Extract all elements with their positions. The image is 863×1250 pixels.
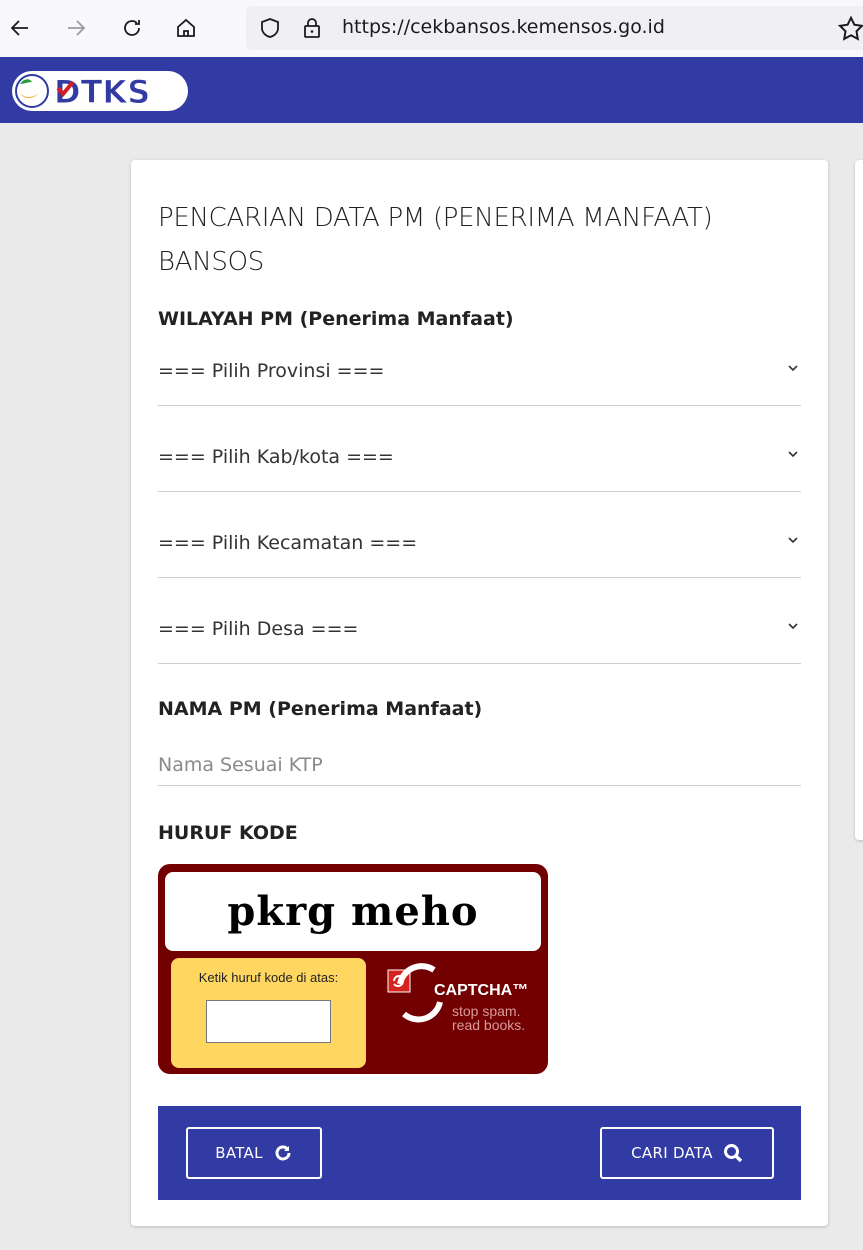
back-button[interactable] [2,10,38,46]
batal-button[interactable]: BATAL [186,1127,322,1179]
action-bar: BATAL CARI DATA [158,1106,801,1200]
search-form-card: PENCARIAN DATA PM (PENERIMA MANFAAT) BAN… [131,160,828,1226]
shield-icon[interactable] [258,16,282,40]
cari-data-button-label: CARI DATA [631,1144,713,1162]
kode-label: HURUF KODE [158,822,298,844]
arrow-left-icon [10,20,28,36]
kecamatan-select-value: === Pilih Kecamatan === [158,532,418,554]
chevron-down-icon [788,623,798,630]
kecamatan-select[interactable]: === Pilih Kecamatan === [158,524,801,578]
page-title: PENCARIAN DATA PM (PENERIMA MANFAAT) BAN… [158,203,713,277]
chevron-down-icon [788,451,798,458]
address-bar[interactable]: https://cekbansos.kemensos.go.id [246,6,863,50]
desa-select[interactable]: === Pilih Desa === [158,610,801,664]
recaptcha-tagline-line2: read books. [452,1017,526,1033]
recaptcha-brand: CAPTCHA™ [434,982,529,999]
provinsi-select[interactable]: === Pilih Provinsi === [158,352,801,406]
forward-button[interactable] [58,10,94,46]
logo-text: DTKS [54,73,150,111]
search-icon [723,1144,743,1163]
reload-icon [124,20,140,36]
desa-select-value: === Pilih Desa === [158,618,359,640]
nama-input[interactable] [158,744,801,786]
batal-button-label: BATAL [215,1144,263,1162]
browser-toolbar: https://cekbansos.kemensos.go.id [0,0,863,57]
cari-data-button[interactable]: CARI DATA [600,1127,774,1179]
kabkota-select[interactable]: === Pilih Kab/kota === [158,438,801,492]
arrow-right-icon [68,20,86,36]
url-text[interactable]: https://cekbansos.kemensos.go.id [342,16,665,38]
home-icon [177,18,195,37]
dtks-logo[interactable]: DTKS [10,68,190,114]
captcha-input-panel: Ketik huruf kode di atas: [171,958,366,1068]
kabkota-select-value: === Pilih Kab/kota === [158,446,394,468]
captcha-challenge-image: pkrg meho [165,872,541,951]
site-header: DTKS [0,57,863,123]
captcha-prompt: Ketik huruf kode di atas: [198,970,339,985]
recaptcha-tagline: stop spam. read books. [452,1004,525,1032]
home-button[interactable] [168,10,204,46]
provinsi-select-value: === Pilih Provinsi === [158,360,385,382]
recaptcha-tagline-line1: stop spam. [452,1003,521,1019]
lock-icon[interactable] [300,16,324,40]
chevron-down-icon [788,537,798,544]
refresh-icon [275,1145,291,1161]
side-panel [855,160,863,840]
wilayah-label: WILAYAH PM (Penerima Manfaat) [158,308,514,330]
nama-label: NAMA PM (Penerima Manfaat) [158,698,483,720]
bookmark-star-icon[interactable] [836,14,863,44]
captcha-input[interactable] [206,1000,331,1043]
captcha-widget: pkrg meho Ketik huruf kode di atas: CAPT… [158,864,548,1074]
chevron-down-icon [788,365,798,372]
reload-button[interactable] [114,10,150,46]
